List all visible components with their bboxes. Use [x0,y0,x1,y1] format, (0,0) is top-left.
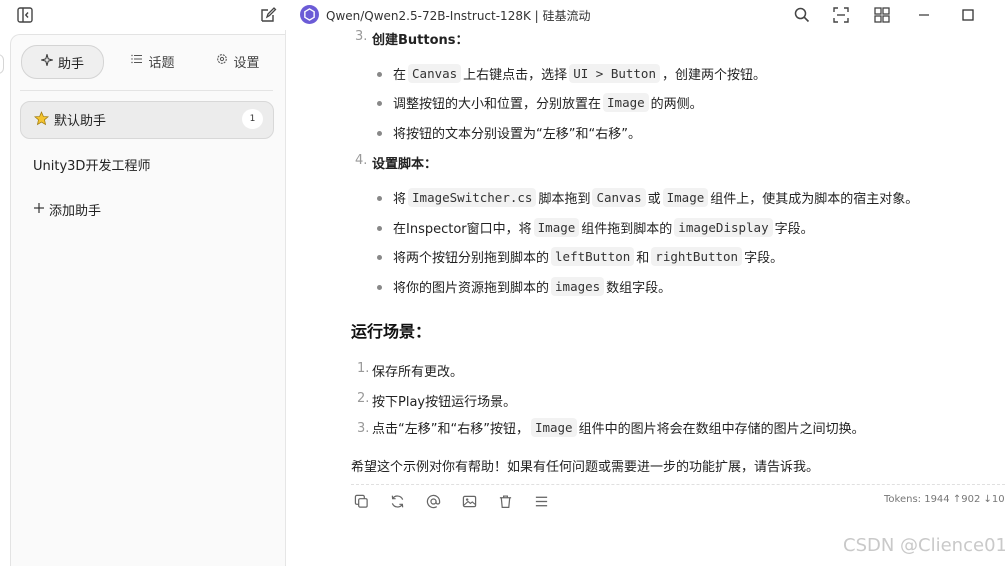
search-icon[interactable] [792,5,812,25]
assistant-item-unity[interactable]: Unity3D开发工程师 [33,155,150,174]
tab-topics-label: 话题 [148,55,175,71]
list-item: 将两个按钮分别拖到脚本的 leftButton 和 rightButton 字段。 [393,247,784,266]
sidebar-divider [20,90,273,91]
model-title[interactable]: Qwen/Qwen2.5-72B-Instruct-128K | 硅基流动 [326,7,591,24]
copy-icon[interactable] [352,492,370,510]
gear-icon [216,53,228,69]
regenerate-icon[interactable] [388,492,406,510]
watermark: CSDN @Clience01 [843,535,1005,556]
sidebar-border [285,30,286,565]
topic-count-badge: 1 [242,109,263,129]
list-item: 按下Play按钮运行场景。 [372,395,517,410]
step-title: 设置脚本： [372,157,438,172]
list-item: 在Inspector窗口中，将 Image 组件拖到脚本的 imageDisplay 字… [393,218,814,237]
grid-icon[interactable] [872,5,892,25]
list-item: 调整按钮的大小和位置，分别放置在 Image 的两侧。 [393,93,703,112]
list-item: 点击“左移”和“右移”按钮， Image 组件中的图片将会在数组中存储的图片之间切换… [372,418,865,437]
message-divider [351,484,1005,485]
sidebar-collapse-handle[interactable] [0,54,4,74]
section-heading: 运行场景： [351,322,432,341]
bullet [377,226,382,231]
sparkle-icon [39,52,55,70]
minimize-icon[interactable] [914,5,934,25]
sidebar-toggle-icon[interactable] [15,5,35,25]
list-item: 将按钮的文本分别设置为“左移”和“右移”。 [393,127,641,142]
image-icon[interactable] [460,492,478,510]
tab-assistant-label: 助手 [57,56,84,72]
step-number: 4. [355,153,368,168]
tab-topics[interactable]: 话题 [118,45,188,77]
list-item: 保存所有更改。 [372,365,464,380]
menu-icon[interactable] [532,492,550,510]
bullet [377,101,382,106]
step-number: 3. [355,29,368,44]
list-icon [131,53,143,69]
bullet [377,285,382,290]
step-number: 1. [357,361,370,376]
bullet [377,255,382,260]
maximize-icon[interactable] [958,5,978,25]
list-item: 将你的图片资源拖到脚本的 images 数组字段。 [393,277,672,296]
list-item: 将 ImageSwitcher.cs 脚本拖到 Canvas 或 Image 组件上，使其成… [393,188,919,207]
tab-settings-label: 设置 [233,55,260,71]
step-title: 创建Buttons： [372,33,469,48]
step-number: 3. [357,421,370,436]
step-number: 2. [357,391,370,406]
star-icon [33,111,50,130]
plus-icon [33,202,45,218]
bullet [377,196,382,201]
tab-assistant[interactable]: 助手 [21,45,104,79]
add-assistant-label: 添加助手 [49,204,102,219]
model-logo-icon [300,5,319,24]
mention-icon[interactable] [424,492,442,510]
add-assistant-button[interactable]: 添加助手 [33,200,101,219]
edit-icon[interactable] [258,5,278,25]
assistant-default-label: 默认助手 [54,114,107,129]
expand-icon[interactable] [831,5,851,25]
bullet [377,131,382,136]
token-count: Tokens: 1944 ↑902 ↓1042 [884,494,1005,505]
tab-settings[interactable]: 设置 [203,45,273,77]
closing-text: 希望这个示例对你有帮助！如果有任何问题或需要进一步的功能扩展，请告诉我。 [351,460,820,475]
bullet [377,72,382,77]
list-item: 在 Canvas 上右键点击，选择 UI > Button ，创建两个按钮。 [393,64,766,83]
delete-icon[interactable] [496,492,514,510]
